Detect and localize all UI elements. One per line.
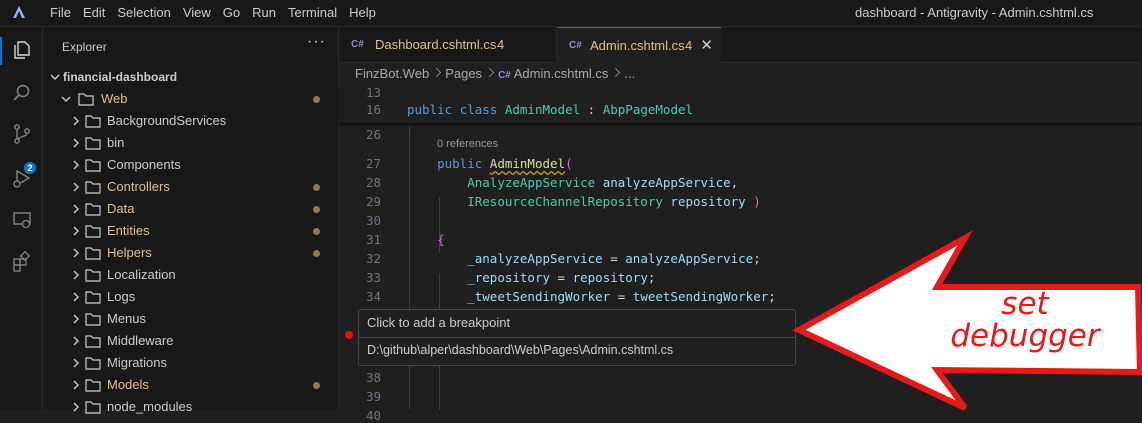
annotation-line-2: debugger <box>950 318 1100 354</box>
annotation-line-1: set <box>1001 286 1049 322</box>
annotation-text: set debugger <box>905 288 1142 352</box>
line-number: 40 <box>365 408 381 423</box>
